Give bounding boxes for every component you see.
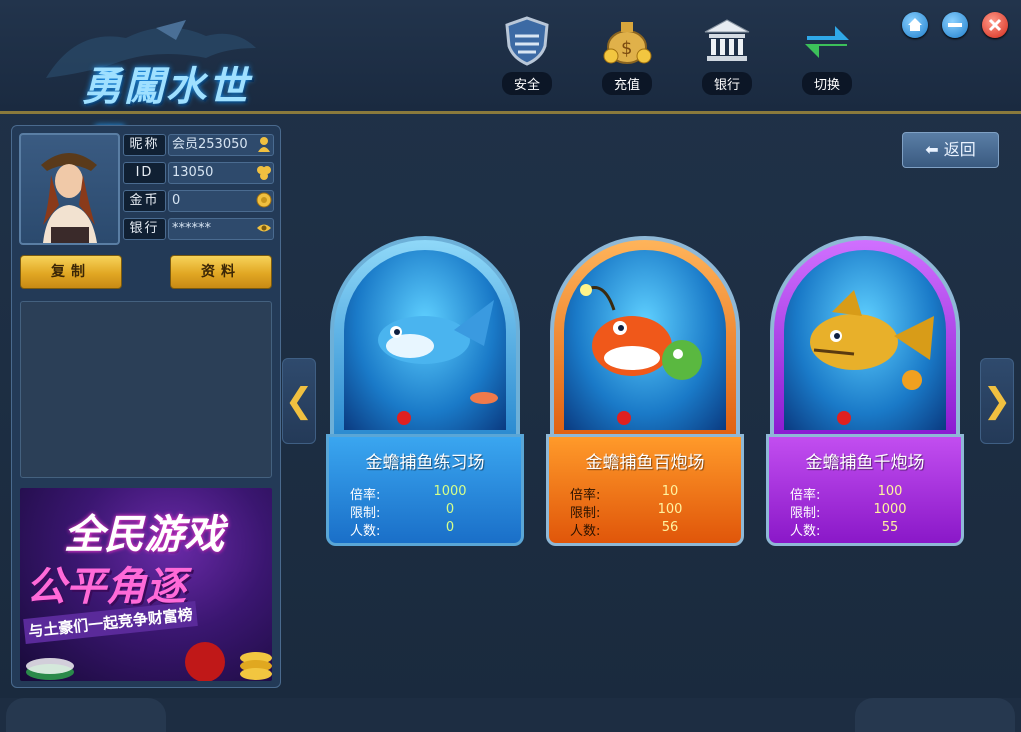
stat-players: 人数: 0	[350, 520, 500, 539]
stat-key: 人数:	[350, 524, 381, 539]
back-button[interactable]: ⬅ 返回	[902, 132, 999, 168]
room-stats: 倍率: 1000 限制: 0 人数: 0	[350, 484, 500, 539]
shield-icon	[501, 14, 553, 66]
stat-value: 0	[445, 502, 455, 517]
top-bar: 勇闖水世界 安全 $ 充值 银行 切换	[0, 0, 1021, 168]
security-label: 安全	[501, 72, 552, 95]
user-icon	[258, 137, 270, 152]
minimize-button[interactable]	[942, 12, 968, 38]
info-button[interactable]: 资料	[170, 255, 272, 289]
stat-limit: 限制: 1000	[790, 502, 940, 521]
stat-key: 限制:	[570, 506, 601, 521]
stat-value: 1000	[433, 484, 467, 499]
chips-and-coins-icon	[26, 642, 272, 681]
bank-key: 银行	[123, 218, 166, 240]
room-card-thousand[interactable]: 金蟾捕鱼千炮场 倍率: 100 限制: 1000 人数: 55	[766, 236, 964, 561]
stat-key: 人数:	[570, 524, 601, 539]
promo-line2: 公平角逐	[26, 564, 186, 610]
avatar	[19, 133, 120, 245]
bottom-tab-right	[855, 698, 1015, 732]
stat-key: 倍率:	[790, 488, 821, 503]
stat-value: 100	[657, 502, 683, 517]
message-box	[20, 301, 272, 478]
close-icon	[988, 18, 1002, 32]
stat-limit: 限制: 100	[570, 502, 720, 521]
home-button[interactable]	[902, 12, 928, 38]
gold-key: 金币	[123, 190, 166, 212]
home-icon	[908, 18, 922, 31]
stat-rate: 倍率: 100	[790, 484, 940, 503]
bank-icon	[701, 14, 753, 66]
room-stats: 倍率: 100 限制: 1000 人数: 55	[790, 484, 940, 539]
bottom-tab-left	[6, 698, 166, 732]
stat-value: 1000	[873, 502, 907, 517]
bank-button[interactable]: 银行	[697, 14, 757, 98]
goldfish-scene-image	[784, 250, 946, 430]
stat-players: 人数: 55	[790, 520, 940, 539]
profile-panel: 昵称 会员253050 ID 13050 金币 0 银行 ****** 复制 资…	[11, 125, 281, 688]
room-selection-area: ⬅ 返回 ❮ ❯ 金蟾捕鱼练习场 倍率: 1000 限制: 0 人数: 0 金蟾…	[282, 118, 1018, 696]
room-title: 金蟾捕鱼练习场	[365, 453, 485, 473]
close-button[interactable]	[982, 12, 1008, 38]
eye-icon[interactable]	[256, 220, 272, 236]
security-button[interactable]: 安全	[497, 14, 557, 98]
avatar-image	[41, 153, 97, 243]
gold-coin-icon	[256, 192, 272, 208]
next-page-button[interactable]: ❯	[980, 358, 1014, 444]
game-logo: 勇闖水世界	[36, 18, 266, 168]
anglerfish-scene-image	[564, 250, 726, 430]
stat-key: 限制:	[350, 506, 381, 521]
game-lobby-window: 勇闖水世界 安全 $ 充值 银行 切换	[0, 0, 1021, 732]
promo-banner[interactable]: 全民游戏 公平角逐 与土豪们一起竞争财富榜	[20, 488, 272, 681]
stat-value: 0	[445, 520, 455, 535]
bank-label: 银行	[701, 72, 752, 95]
stat-players: 人数: 56	[570, 520, 720, 539]
copy-button[interactable]: 复制	[20, 255, 122, 289]
prev-page-button[interactable]: ❮	[282, 358, 316, 444]
recharge-button[interactable]: $ 充值	[597, 14, 657, 98]
svg-text:$: $	[621, 38, 632, 59]
id-row: ID 13050	[123, 162, 274, 184]
stat-value: 10	[661, 484, 679, 499]
room-stats: 倍率: 10 限制: 100 人数: 56	[570, 484, 720, 539]
stat-key: 倍率:	[570, 488, 601, 503]
bottom-bar	[0, 698, 1021, 732]
switch-arrows-icon	[801, 14, 853, 66]
back-arrow-icon: ⬅	[925, 140, 939, 159]
shark-scene-image	[344, 250, 506, 430]
stat-rate: 倍率: 1000	[350, 484, 500, 503]
gold-row: 金币 0	[123, 190, 274, 212]
stat-key: 倍率:	[350, 488, 381, 503]
id-key: ID	[123, 162, 166, 184]
nickname-key: 昵称	[123, 134, 166, 156]
coins-icon	[257, 166, 271, 180]
minimize-icon	[948, 23, 962, 27]
room-card-hundred[interactable]: 金蟾捕鱼百炮场 倍率: 10 限制: 100 人数: 56	[546, 236, 744, 561]
nickname-row: 昵称 会员253050	[123, 134, 274, 156]
switch-label: 切换	[801, 72, 852, 95]
room-card-practice[interactable]: 金蟾捕鱼练习场 倍率: 1000 限制: 0 人数: 0	[326, 236, 524, 561]
money-bag-icon: $	[601, 14, 653, 66]
promo-line1: 全民游戏	[64, 512, 224, 558]
back-label: 返回	[943, 140, 976, 159]
stat-key: 限制:	[790, 506, 821, 521]
switch-button[interactable]: 切换	[797, 14, 857, 98]
bank-row: 银行 ******	[123, 218, 274, 240]
stat-limit: 限制: 0	[350, 502, 500, 521]
room-title: 金蟾捕鱼千炮场	[805, 453, 925, 473]
stat-value: 56	[661, 520, 679, 535]
stat-key: 人数:	[790, 524, 821, 539]
room-title: 金蟾捕鱼百炮场	[585, 453, 705, 473]
stat-rate: 倍率: 10	[570, 484, 720, 503]
stat-value: 55	[881, 520, 899, 535]
stat-value: 100	[877, 484, 903, 499]
recharge-label: 充值	[601, 72, 652, 95]
